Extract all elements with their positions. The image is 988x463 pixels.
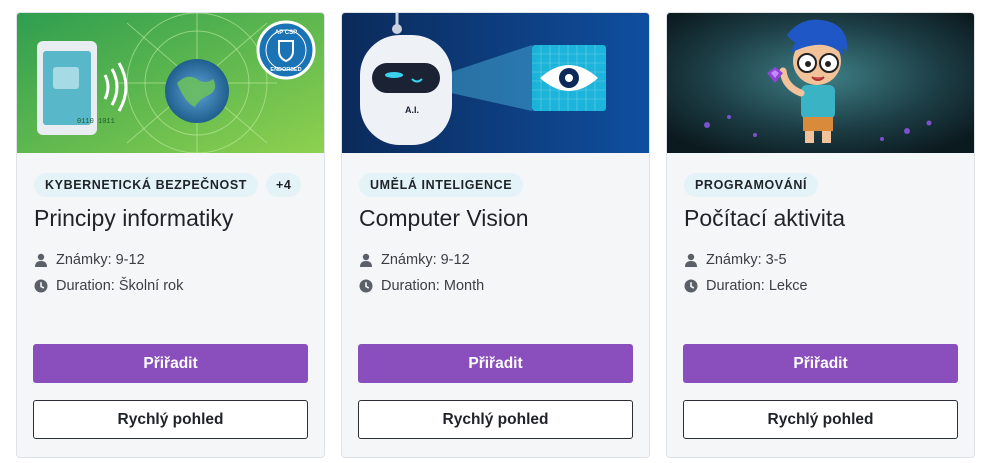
course-thumbnail[interactable]: 0110 1011 AP CSP ENDORSED (17, 13, 324, 153)
duration-info: Duration: Školní rok (34, 277, 183, 295)
subject-tag: KYBERNETICKÁ BEZPEČNOST (34, 173, 259, 197)
course-card-grid: 0110 1011 AP CSP ENDORSED KYBERNETICKÁ B… (16, 12, 976, 460)
duration-info: Duration: Month (359, 277, 484, 295)
tag-list: UMĚLÁ INTELIGENCE (359, 173, 524, 197)
grade-label: Známky: 3-5 (706, 252, 787, 268)
duration-label: Duration: Lekce (706, 278, 808, 294)
grade-info: Známky: 3-5 (684, 251, 787, 269)
grade-label: Známky: 9-12 (56, 252, 145, 268)
duration-label: Duration: Školní rok (56, 278, 184, 294)
assign-button[interactable]: Přiřadit (683, 344, 958, 383)
course-card[interactable]: PROGRAMOVÁNÍ Počítací aktivita Známky: 3… (666, 12, 975, 458)
grade-info: Známky: 9-12 (34, 251, 145, 269)
duration-info: Duration: Lekce (684, 277, 808, 295)
course-thumbnail[interactable] (667, 13, 974, 153)
clock-icon (359, 279, 373, 293)
person-icon (685, 253, 697, 267)
quick-view-button[interactable]: Rychlý pohled (683, 400, 958, 439)
assign-button[interactable]: Přiřadit (33, 344, 308, 383)
svg-text:AP CSP: AP CSP (275, 30, 297, 36)
clock-icon (684, 279, 698, 293)
quick-view-button[interactable]: Rychlý pohled (358, 400, 633, 439)
duration-label: Duration: Month (381, 278, 485, 294)
svg-text:0110 1011: 0110 1011 (77, 118, 115, 126)
person-icon (360, 253, 372, 267)
subject-tag: UMĚLÁ INTELIGENCE (359, 173, 524, 197)
tag-list: PROGRAMOVÁNÍ (684, 173, 819, 197)
assign-button[interactable]: Přiřadit (358, 344, 633, 383)
clock-icon (34, 279, 48, 293)
quick-view-button[interactable]: Rychlý pohled (33, 400, 308, 439)
svg-text:A.I.: A.I. (405, 105, 419, 115)
course-thumbnail[interactable]: A.I. (342, 13, 649, 153)
course-card[interactable]: 0110 1011 AP CSP ENDORSED KYBERNETICKÁ B… (16, 12, 325, 458)
course-card[interactable]: A.I. UMĚLÁ INTELIGENCE Computer Vision Z… (341, 12, 650, 458)
grade-info: Známky: 9-12 (359, 251, 470, 269)
course-title[interactable]: Computer Vision (359, 205, 529, 232)
grade-label: Známky: 9-12 (381, 252, 470, 268)
subject-tag: PROGRAMOVÁNÍ (684, 173, 819, 197)
more-tags-badge[interactable]: +4 (266, 173, 302, 197)
person-icon (35, 253, 47, 267)
course-title[interactable]: Počítací aktivita (684, 205, 845, 232)
tag-list: KYBERNETICKÁ BEZPEČNOST +4 (34, 173, 302, 197)
svg-text:ENDORSED: ENDORSED (270, 67, 301, 73)
course-title[interactable]: Principy informatiky (34, 205, 233, 232)
